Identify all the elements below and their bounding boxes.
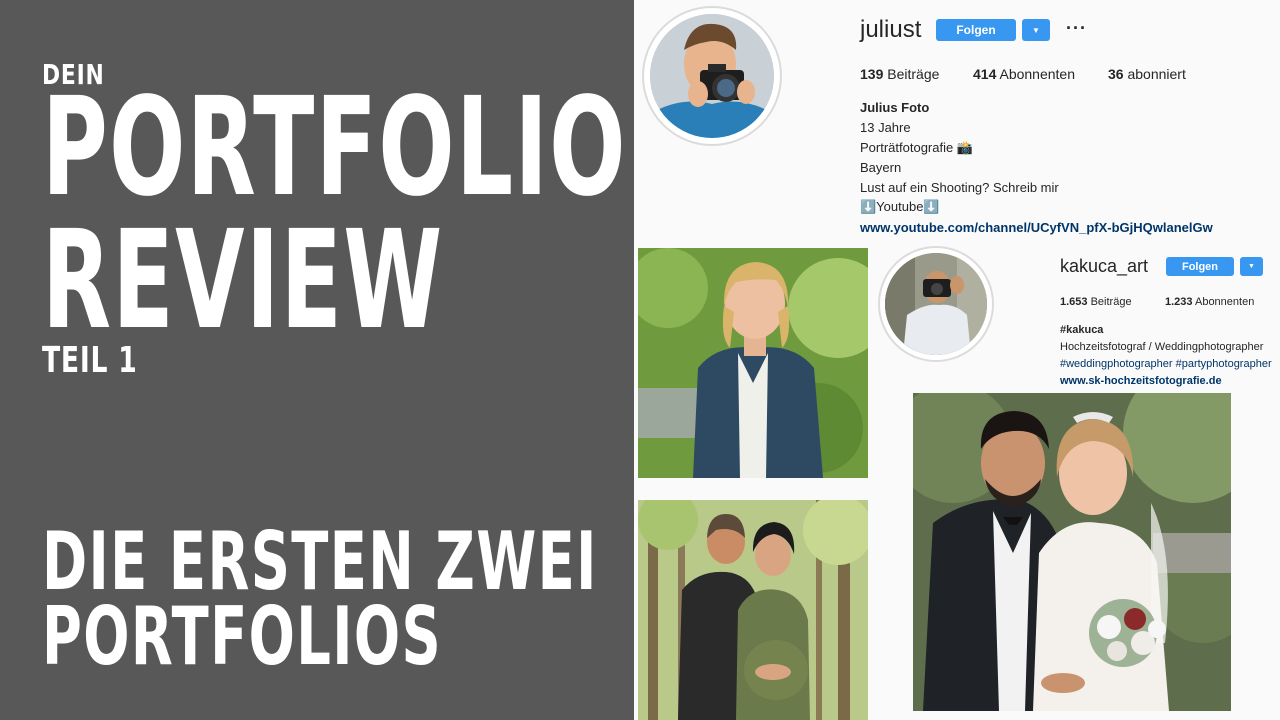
profile2-bio-line: Hochzeitsfotograf / Weddingphotographer bbox=[1060, 341, 1264, 353]
avatar-photo bbox=[885, 253, 987, 355]
profile2-link[interactable]: www.sk-hochzeitsfotografie.de bbox=[1060, 375, 1222, 387]
title-teil: TEIL 1 bbox=[42, 340, 138, 381]
profile2-avatar[interactable] bbox=[878, 246, 994, 362]
profile1-follow-button[interactable]: Folgen bbox=[936, 19, 1016, 41]
profile1-bio-name: Julius Foto bbox=[860, 100, 930, 115]
stat-label: Abonnenten bbox=[1194, 296, 1255, 308]
profile1-bio-line: Lust auf ein Shooting? Schreib mir bbox=[860, 180, 1059, 195]
portfolio-photo-woman-denim[interactable] bbox=[638, 248, 868, 478]
profile1-avatar[interactable] bbox=[642, 6, 782, 146]
profile1-stat-followers[interactable]: 414 Abonnenten bbox=[973, 66, 1075, 82]
chevron-down-icon: ▼ bbox=[1032, 25, 1040, 35]
profile1-dropdown-button[interactable]: ▼ bbox=[1022, 19, 1050, 41]
profile1-more-options-icon[interactable]: ··· bbox=[1066, 18, 1087, 39]
profile2-stat-posts[interactable]: 1.653 Beiträge bbox=[1060, 296, 1132, 308]
profile2-username[interactable]: kakuca_art bbox=[1060, 256, 1148, 277]
stat-count: 1.653 bbox=[1060, 296, 1088, 308]
profile1-bio-line: 13 Jahre bbox=[860, 120, 911, 135]
profile1-stat-posts[interactable]: 139 Beiträge bbox=[860, 66, 939, 82]
profile2-stat-followers[interactable]: 1.233 Abonnenten bbox=[1165, 296, 1254, 308]
profile1-username[interactable]: juliust bbox=[860, 16, 921, 44]
title-panel: DEIN PORTFOLIO REVIEW TEIL 1 DIE ERSTEN … bbox=[0, 0, 634, 720]
profile1-link[interactable]: www.youtube.com/channel/UCyfVN_pfX-bGjHQ… bbox=[860, 220, 1213, 235]
instagram-collage: juliust Folgen ▼ ··· 139 Beiträge 414 Ab… bbox=[634, 0, 1280, 720]
profile2-bio-name: #kakuca bbox=[1060, 324, 1104, 336]
profile1-bio-line: ⬇️Youtube⬇️ bbox=[860, 199, 940, 214]
profile1-bio-line: Porträtfotografie 📸 bbox=[860, 140, 974, 155]
stat-label: abonniert bbox=[1127, 66, 1186, 82]
portfolio-photo-couple-forest[interactable] bbox=[638, 500, 868, 720]
profile2-hashtags[interactable]: #weddingphotographer #partyphotographer bbox=[1060, 358, 1272, 370]
subtitle-line-2: PORTFOLIOS bbox=[42, 590, 443, 683]
stat-count: 414 bbox=[973, 66, 997, 82]
portfolio-photo-wedding-couple[interactable] bbox=[913, 393, 1231, 711]
stat-label: Beiträge bbox=[887, 66, 940, 82]
profile1-bio-line: Bayern bbox=[860, 160, 902, 175]
stat-label: Beiträge bbox=[1090, 296, 1132, 308]
profile1-stat-following[interactable]: 36 abonniert bbox=[1108, 66, 1186, 82]
stat-count: 1.233 bbox=[1165, 296, 1193, 308]
avatar-photo bbox=[650, 14, 774, 138]
chevron-down-icon: ▼ bbox=[1248, 263, 1255, 270]
stat-label: Abonnenten bbox=[999, 66, 1076, 82]
profile2-dropdown-button[interactable]: ▼ bbox=[1240, 257, 1263, 276]
title-review: REVIEW bbox=[42, 202, 444, 360]
title-portfolio: PORTFOLIO bbox=[42, 69, 627, 227]
profile2-follow-button[interactable]: Folgen bbox=[1166, 257, 1234, 276]
stat-count: 139 bbox=[860, 66, 884, 82]
stat-count: 36 bbox=[1108, 66, 1124, 82]
